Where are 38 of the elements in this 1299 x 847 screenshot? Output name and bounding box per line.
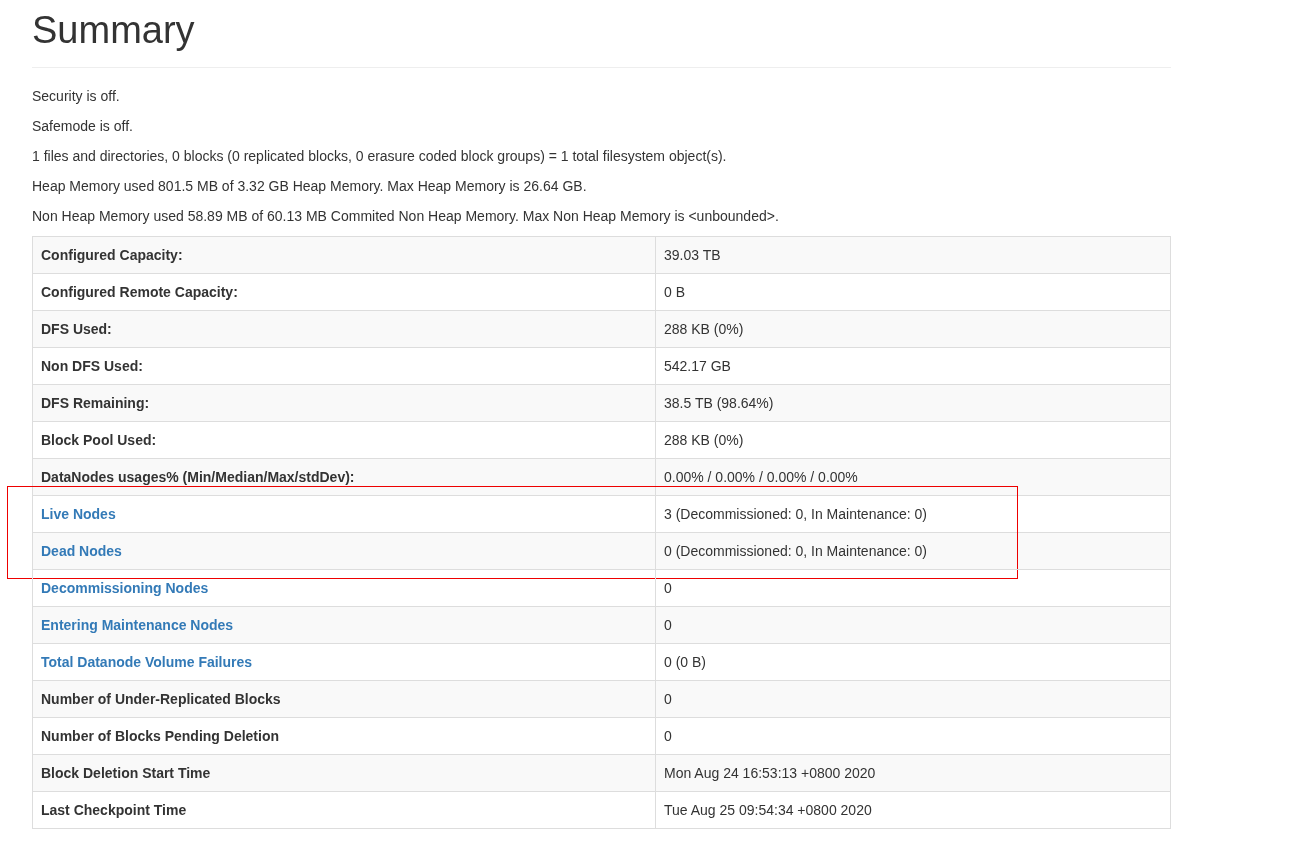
table-cell: 0 [655, 606, 1171, 644]
row-link[interactable]: Total Datanode Volume Failures [41, 654, 253, 670]
row-label: Configured Capacity: [41, 247, 183, 263]
row-link[interactable]: Live Nodes [41, 506, 116, 522]
row-label: Number of Under-Replicated Blocks [41, 691, 281, 707]
status-line: 1 files and directories, 0 blocks (0 replicated blocks, 0 erasure coded block groups) = 1 total filesystem object(s). [32, 147, 728, 166]
table-cell: 0.00% / 0.00% / 0.00% / 0.00% [655, 458, 1171, 496]
status-line: Safemode is off. [32, 117, 134, 136]
table-cell: 0 (Decommissioned: 0, In Maintenance: 0) [655, 532, 1171, 570]
table-cell: 38.5 TB (98.64%) [655, 384, 1171, 422]
row-link[interactable]: Dead Nodes [41, 543, 122, 559]
table-cell: 3 (Decommissioned: 0, In Maintenance: 0) [655, 495, 1171, 533]
table-cell: 0 (0 B) [655, 643, 1171, 681]
page-title: Summary [32, 8, 196, 52]
row-label: Configured Remote Capacity: [41, 284, 238, 300]
status-line: Security is off. [32, 87, 121, 106]
row-link[interactable]: Decommissioning Nodes [41, 580, 209, 596]
row-label: Number of Blocks Pending Deletion [41, 728, 280, 744]
row-label: Non DFS Used: [41, 358, 143, 374]
table-cell: 288 KB (0%) [655, 310, 1171, 348]
table-cell: 0 [655, 569, 1171, 607]
table-cell: Mon Aug 24 16:53:13 +0800 2020 [655, 754, 1171, 792]
table-cell: 0 B [655, 273, 1171, 311]
status-line: Heap Memory used 801.5 MB of 3.32 GB Heap Memory. Max Heap Memory is 26.64 GB. [32, 177, 588, 196]
status-line: Non Heap Memory used 58.89 MB of 60.13 MB Commited Non Heap Memory. Max Non Heap Memory is <unbounded>. [32, 207, 780, 226]
row-label: Last Checkpoint Time [41, 802, 187, 818]
table-cell: Tue Aug 25 09:54:34 +0800 2020 [655, 791, 1171, 829]
row-label: DataNodes usages% (Min/Median/Max/stdDev): [41, 469, 355, 485]
row-link[interactable]: Entering Maintenance Nodes [41, 617, 234, 633]
table-cell: 0 [655, 717, 1171, 755]
row-label: DFS Used: [41, 321, 112, 337]
row-label: DFS Remaining: [41, 395, 150, 411]
table-cell: 288 KB (0%) [655, 421, 1171, 459]
row-label: Block Pool Used: [41, 432, 157, 448]
table-cell: 39.03 TB [655, 236, 1171, 274]
row-label: Block Deletion Start Time [41, 765, 211, 781]
table-cell: 0 [655, 680, 1171, 718]
table-cell: 542.17 GB [655, 347, 1171, 385]
